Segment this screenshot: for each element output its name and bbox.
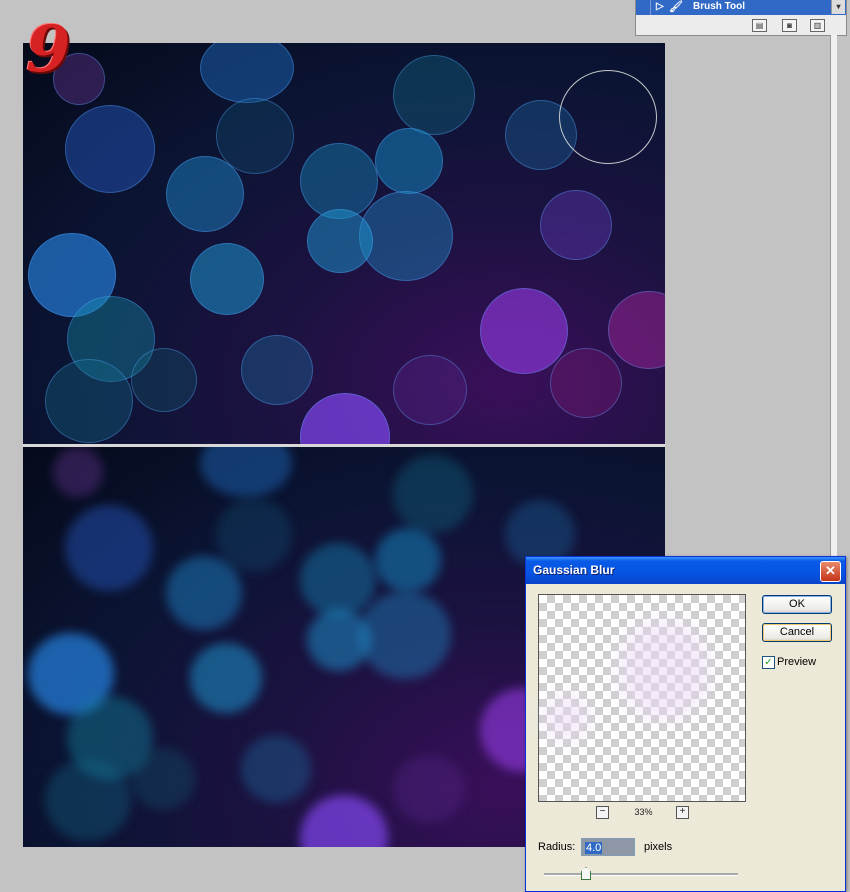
bokeh-light-blurred — [53, 447, 103, 497]
bokeh-light — [393, 355, 467, 425]
history-marker-icon: ▷ — [656, 1, 664, 12]
preview-checkbox[interactable]: ✓ — [762, 656, 775, 669]
radius-units-label: pixels — [644, 841, 673, 853]
preview-label: Preview — [777, 656, 817, 668]
cancel-button[interactable]: Cancel — [762, 623, 832, 642]
preview-haze — [544, 695, 589, 740]
radius-label: Radius: — [538, 841, 576, 853]
bokeh-light-blurred — [131, 748, 195, 810]
zoom-level: 33% — [634, 807, 653, 817]
history-toolbar: ▤ ◙ ▥ — [636, 16, 846, 34]
bokeh-light-blurred — [300, 543, 376, 617]
bokeh-light — [608, 291, 665, 369]
history-state-brush-tool[interactable]: ▷ 🖌 Brush Tool ▾ — [636, 0, 846, 15]
bokeh-light — [200, 43, 294, 103]
bokeh-light — [393, 55, 475, 135]
dialog-titlebar[interactable]: Gaussian Blur ✕ — [526, 557, 845, 584]
close-button[interactable]: ✕ — [820, 561, 841, 582]
bokeh-light — [166, 156, 244, 232]
bokeh-light-blurred — [300, 795, 388, 847]
bokeh-light — [241, 335, 313, 405]
bokeh-light — [307, 209, 373, 273]
filter-preview[interactable] — [538, 594, 746, 802]
zoom-in-button[interactable]: + — [676, 806, 689, 819]
bokeh-light — [300, 143, 378, 219]
bokeh-light-blurred — [65, 505, 153, 591]
history-panel: ▷ 🖌 Brush Tool ▾ ▤ ◙ ▥ — [635, 0, 847, 36]
bokeh-light — [359, 191, 453, 281]
preview-haze — [619, 620, 709, 720]
radius-value: 4.0 — [585, 842, 603, 854]
bokeh-light — [540, 190, 612, 260]
bokeh-light — [131, 348, 197, 412]
bokeh-light-blurred — [200, 447, 292, 497]
gaussian-blur-dialog: Gaussian Blur ✕ − 33% + OK Cancel ✓ Prev… — [525, 556, 846, 892]
bokeh-light — [65, 105, 155, 193]
radius-slider-thumb[interactable] — [581, 867, 591, 880]
bokeh-light-blurred — [45, 759, 131, 841]
brush-icon: 🖌 — [669, 1, 683, 13]
bokeh-light-blurred — [241, 735, 311, 803]
history-state-label: Brush Tool — [693, 1, 746, 12]
bokeh-light-blurred — [216, 498, 292, 572]
bokeh-light — [300, 393, 390, 444]
trash-icon[interactable]: ▥ — [810, 19, 825, 32]
scroll-down-icon[interactable]: ▾ — [831, 0, 845, 14]
snapshot-icon[interactable]: ◙ — [782, 19, 797, 32]
new-document-icon[interactable]: ▤ — [752, 19, 767, 32]
brush-cursor — [559, 70, 657, 164]
bokeh-light — [550, 348, 622, 418]
ok-button[interactable]: OK — [762, 595, 832, 614]
bokeh-light-blurred — [307, 609, 371, 671]
bokeh-light — [375, 128, 443, 194]
bokeh-light-blurred — [393, 455, 473, 533]
step-number-badge: 9 — [26, 12, 71, 87]
zoom-out-button[interactable]: − — [596, 806, 609, 819]
history-separator — [650, 0, 651, 15]
radius-input[interactable]: 4.0 — [581, 838, 635, 856]
radius-slider-track[interactable] — [544, 873, 738, 876]
bokeh-light-blurred — [393, 755, 465, 823]
bokeh-light-blurred — [190, 643, 262, 713]
bokeh-light-blurred — [359, 591, 451, 679]
dialog-title: Gaussian Blur — [533, 563, 615, 577]
bokeh-light — [190, 243, 264, 315]
bokeh-light — [45, 359, 133, 443]
bokeh-light — [480, 288, 568, 374]
bokeh-light-blurred — [166, 556, 242, 630]
bokeh-light-blurred — [375, 528, 441, 592]
